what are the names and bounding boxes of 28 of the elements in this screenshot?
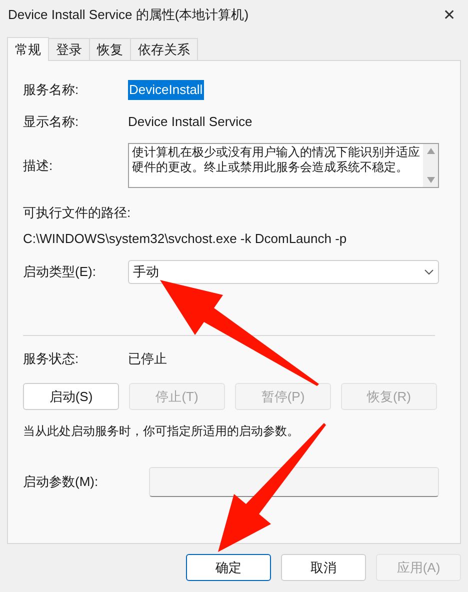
field-label: 启动参数(M): <box>23 473 100 492</box>
startup-type-dropdown[interactable]: 手动 <box>128 260 439 284</box>
window-title: Device Install Service 的属性(本地计算机) <box>8 6 250 24</box>
hint-text: 当从此处启动服务时，你可指定所适用的启动参数。 <box>23 423 299 440</box>
field-label: 显示名称: <box>23 113 80 132</box>
field-label: 服务名称: <box>23 81 80 100</box>
scroll-up-icon[interactable] <box>426 148 434 154</box>
tab[interactable]: 恢复 <box>90 38 131 60</box>
field-label: 描述: <box>23 156 54 175</box>
description-box[interactable]: 使计算机在极少或没有用户输入的情况下能识别并适应硬件的更改。终止或禁用此服务会造成系统不稳定。 <box>128 143 439 188</box>
tab[interactable]: 常规 <box>7 37 49 61</box>
display-name-value: Device Install Service <box>128 113 252 132</box>
description-text: 使计算机在极少或没有用户输入的情况下能识别并适应硬件的更改。终止或禁用此服务会造成系统不稳定。 <box>131 144 421 176</box>
service-control-button[interactable]: 启动(S) <box>23 383 119 410</box>
close-button[interactable]: ✕ <box>443 8 456 22</box>
chevron-down-icon <box>424 269 434 275</box>
service-status-value: 已停止 <box>128 350 167 368</box>
tab[interactable]: 依存关系 <box>131 38 198 60</box>
tab[interactable]: 登录 <box>49 38 90 60</box>
field-label: 启动类型(E): <box>23 263 97 282</box>
executable-path: C:\WINDOWS\system32\svchost.exe -k DcomLaunch -p <box>23 230 347 248</box>
scrollbar[interactable] <box>423 144 438 187</box>
field-label: 可执行文件的路径: <box>23 204 131 222</box>
field-label: 服务状态: <box>23 350 80 368</box>
dialog-button[interactable]: 确定 <box>186 554 271 581</box>
service-name-value: DeviceInstall <box>128 80 204 100</box>
scroll-down-icon[interactable] <box>426 177 434 183</box>
dialog-button[interactable]: 取消 <box>281 554 366 581</box>
